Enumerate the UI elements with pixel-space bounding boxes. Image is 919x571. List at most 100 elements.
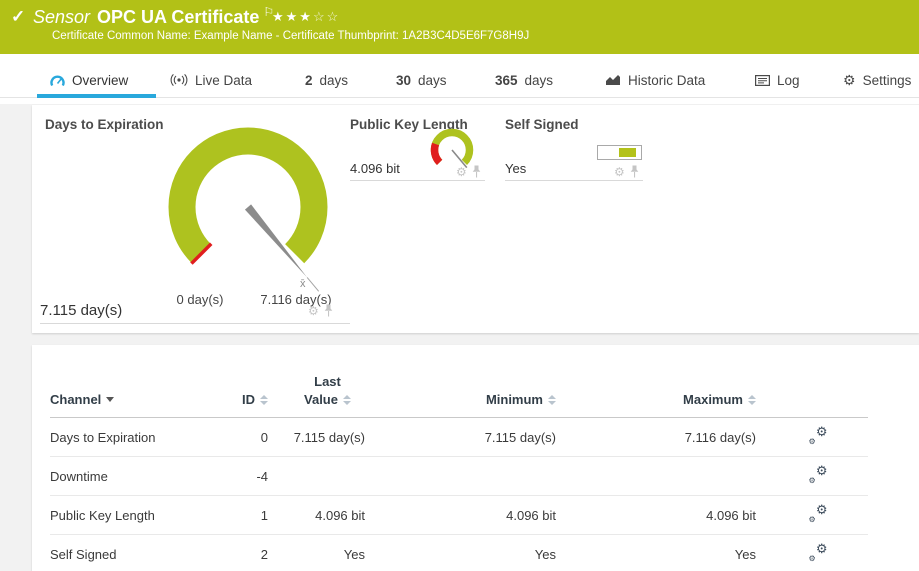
tab-label: Live Data	[195, 73, 252, 88]
channels-table-wrap: Channel ID Last Value Minimum Maximum Day…	[50, 373, 899, 571]
sort-icon	[260, 395, 268, 405]
tab-label: Overview	[72, 73, 128, 88]
cell-minimum: Yes	[368, 535, 556, 571]
section-divider	[505, 180, 643, 181]
status-check-icon: ✓	[11, 7, 25, 27]
tab-bar: Overview Live Data 2 days 30 days 365 da…	[0, 54, 919, 104]
sensor-subtitle: Certificate Common Name: Example Name - …	[52, 30, 529, 42]
gear-icon: ⚙	[809, 554, 816, 563]
tab-number: 365	[495, 73, 518, 88]
sensor-type-label: Sensor	[33, 7, 90, 27]
self-signed-indicator	[597, 145, 642, 160]
days-to-expiration-value: 7.115 day(s)	[40, 302, 122, 319]
stars-filled: ★★★	[272, 9, 313, 24]
header-label: Value	[304, 392, 338, 407]
gear-icon: ⚙	[816, 541, 828, 557]
toggle-knob	[619, 148, 636, 157]
cell-maximum: 4.096 bit	[556, 496, 768, 535]
gauges-panel: Days to Expiration x̄ 0 day(s) 7.116 day…	[32, 105, 919, 333]
table-row: Public Key Length 1 4.096 bit 4.096 bit …	[50, 496, 868, 535]
pin-icon[interactable]	[324, 304, 333, 317]
public-key-length-value: 4.096 bit	[350, 161, 400, 176]
gear-icon: ⚙	[809, 437, 816, 446]
gear-icon: ⚙	[816, 424, 828, 440]
tab-log[interactable]: Log	[755, 63, 800, 97]
cell-maximum	[556, 457, 768, 496]
table-header-row: Channel ID Last Value Minimum Maximum	[50, 373, 868, 418]
tab-historic-data[interactable]: Historic Data	[605, 63, 705, 97]
tab-settings[interactable]: ⚙ Settings	[843, 63, 911, 97]
cell-id: 2	[230, 535, 268, 571]
gauge-title-self-signed: Self Signed	[505, 117, 579, 132]
header-label: ID	[242, 392, 255, 407]
gear-icon[interactable]: ⚙	[308, 305, 319, 317]
gear-icon: ⚙	[843, 73, 856, 87]
table-row: Downtime -4 ⚙⚙	[50, 457, 868, 496]
column-header-channel[interactable]: Channel	[50, 373, 230, 418]
tab-365-days[interactable]: 365 days	[495, 63, 553, 97]
channel-quick-actions[interactable]: ⚙	[308, 304, 333, 317]
area-chart-icon	[605, 74, 621, 86]
priority-stars[interactable]: ★★★☆☆	[272, 9, 340, 25]
pin-icon[interactable]	[472, 165, 481, 178]
header-label: Maximum	[683, 392, 743, 407]
gear-icon[interactable]: ⚙	[456, 166, 467, 178]
tab-number: 30	[396, 73, 411, 88]
header-label: Channel	[50, 392, 101, 407]
cell-id: 1	[230, 496, 268, 535]
log-list-icon	[755, 75, 770, 86]
sort-icon	[548, 395, 556, 405]
sensor-title-row: SensorOPC UA Certificate⚐	[33, 5, 274, 28]
self-signed-value: Yes	[505, 161, 526, 176]
cell-channel: Public Key Length	[50, 496, 230, 535]
cell-last-value: 4.096 bit	[268, 496, 368, 535]
channel-quick-actions[interactable]: ⚙	[456, 165, 481, 178]
pin-icon[interactable]	[630, 165, 639, 178]
section-divider	[350, 180, 485, 181]
tab-label: Settings	[863, 73, 912, 88]
tab-overview[interactable]: Overview	[50, 63, 128, 97]
channel-settings-icon[interactable]: ⚙⚙	[809, 544, 828, 561]
column-header-maximum[interactable]: Maximum	[556, 373, 768, 418]
sort-icon	[748, 395, 756, 405]
tab-label: days	[320, 73, 349, 88]
header-label: Last	[314, 374, 341, 389]
cell-channel: Days to Expiration	[50, 418, 230, 457]
cell-channel: Self Signed	[50, 535, 230, 571]
column-header-last-value[interactable]: Last Value	[268, 373, 368, 418]
gear-icon: ⚙	[816, 463, 828, 479]
cell-id: -4	[230, 457, 268, 496]
sort-desc-icon	[106, 397, 114, 402]
tab-2-days[interactable]: 2 days	[305, 63, 348, 97]
channel-settings-icon[interactable]: ⚙⚙	[809, 466, 828, 483]
channel-quick-actions[interactable]: ⚙	[614, 165, 639, 178]
cell-maximum: Yes	[556, 535, 768, 571]
channels-table: Channel ID Last Value Minimum Maximum Day…	[50, 373, 868, 571]
column-header-minimum[interactable]: Minimum	[368, 373, 556, 418]
header-label: Minimum	[486, 392, 543, 407]
stars-empty: ☆☆	[313, 9, 340, 24]
column-header-actions	[768, 373, 868, 418]
column-header-id[interactable]: ID	[230, 373, 268, 418]
sort-icon	[343, 395, 351, 405]
sensor-title: OPC UA Certificate	[97, 7, 259, 27]
tab-number: 2	[305, 73, 313, 88]
sensor-header: ✓ SensorOPC UA Certificate⚐ ★★★☆☆ Certif…	[0, 0, 919, 54]
table-row: Self Signed 2 Yes Yes Yes ⚙⚙	[50, 535, 868, 571]
cell-channel: Downtime	[50, 457, 230, 496]
broadcast-icon	[170, 74, 188, 86]
cell-minimum	[368, 457, 556, 496]
gauge-icon	[50, 74, 65, 87]
tab-label: days	[418, 73, 447, 88]
gear-icon[interactable]: ⚙	[614, 166, 625, 178]
cell-id: 0	[230, 418, 268, 457]
gear-icon: ⚙	[809, 476, 816, 485]
tab-live-data[interactable]: Live Data	[170, 63, 252, 97]
cell-last-value	[268, 457, 368, 496]
tab-label: Log	[777, 73, 800, 88]
days-to-expiration-gauge	[143, 110, 353, 310]
channel-settings-icon[interactable]: ⚙⚙	[809, 505, 828, 522]
cell-last-value: 7.115 day(s)	[268, 418, 368, 457]
tab-30-days[interactable]: 30 days	[396, 63, 447, 97]
channel-settings-icon[interactable]: ⚙⚙	[809, 427, 828, 444]
